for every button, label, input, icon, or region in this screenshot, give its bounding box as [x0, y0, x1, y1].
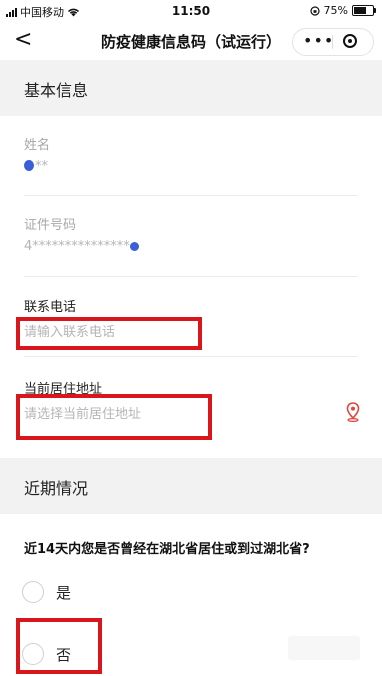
id-number-masked-text: 4***************	[24, 239, 130, 254]
annotation-highlight-box	[16, 317, 202, 350]
id-number-field: 证件号码 4***************	[24, 214, 358, 254]
id-number-value: 4***************	[24, 239, 358, 254]
name-field: 姓名 **	[24, 134, 358, 174]
miniprogram-capsule: •••	[292, 28, 374, 56]
capsule-divider	[332, 35, 333, 49]
section-header-recent: 近期情况	[0, 458, 382, 514]
redaction-mark	[129, 242, 139, 251]
battery-fill	[354, 7, 366, 14]
divider	[24, 276, 358, 277]
annotation-highlight-box	[16, 394, 212, 440]
section-header-basic-info: 基本信息	[0, 60, 382, 116]
hubei-question: 近14天内您是否曾经在湖北省居住或到过湖北省?	[24, 542, 310, 557]
annotation-highlight-box	[16, 618, 102, 674]
id-number-label: 证件号码	[24, 218, 77, 233]
option-label: 是	[56, 583, 72, 602]
name-value: **	[24, 159, 358, 174]
status-right: 75%	[309, 4, 376, 17]
radio-button[interactable]	[22, 581, 44, 603]
location-pin-icon[interactable]	[346, 402, 360, 422]
redaction-mark	[24, 160, 34, 171]
section-title: 近期情况	[24, 479, 89, 498]
divider	[24, 195, 358, 196]
battery-percent: 75%	[323, 4, 348, 17]
close-miniprogram-button[interactable]	[343, 34, 357, 48]
name-label: 姓名	[24, 138, 51, 153]
name-masked-text: **	[35, 159, 48, 174]
section-title: 基本信息	[24, 81, 89, 100]
divider	[24, 356, 358, 357]
option-yes[interactable]: 是	[22, 581, 71, 603]
watermark-area	[288, 636, 360, 660]
battery-icon	[352, 5, 376, 16]
rotation-lock-icon	[309, 5, 320, 16]
status-bar: 中国移动 11:50 75%	[0, 0, 382, 22]
phone-label: 联系电话	[24, 300, 77, 315]
nav-bar: < 防疫健康信息码（试运行） •••	[0, 22, 382, 60]
more-menu-button[interactable]: •••	[303, 31, 334, 50]
